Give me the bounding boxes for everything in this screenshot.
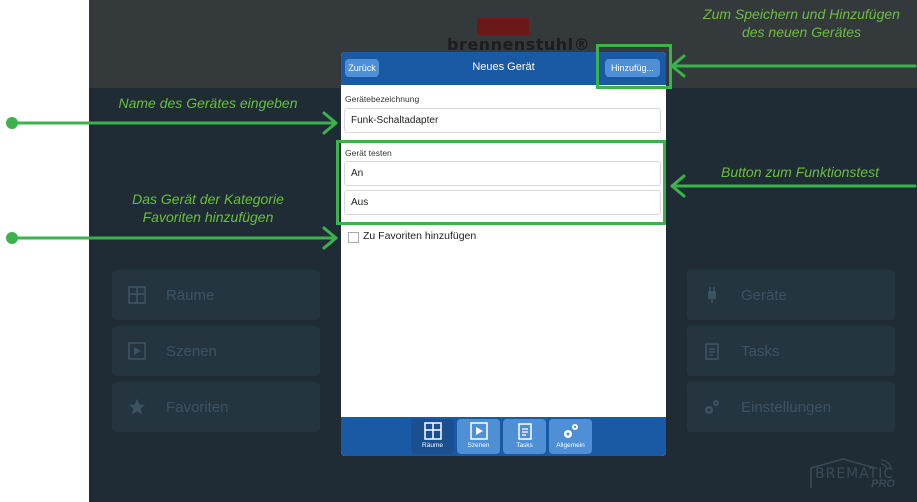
arrow-name-dot (6, 117, 18, 129)
arrow-favorite-dot (6, 232, 18, 244)
annotation-arrows (6, 54, 917, 250)
